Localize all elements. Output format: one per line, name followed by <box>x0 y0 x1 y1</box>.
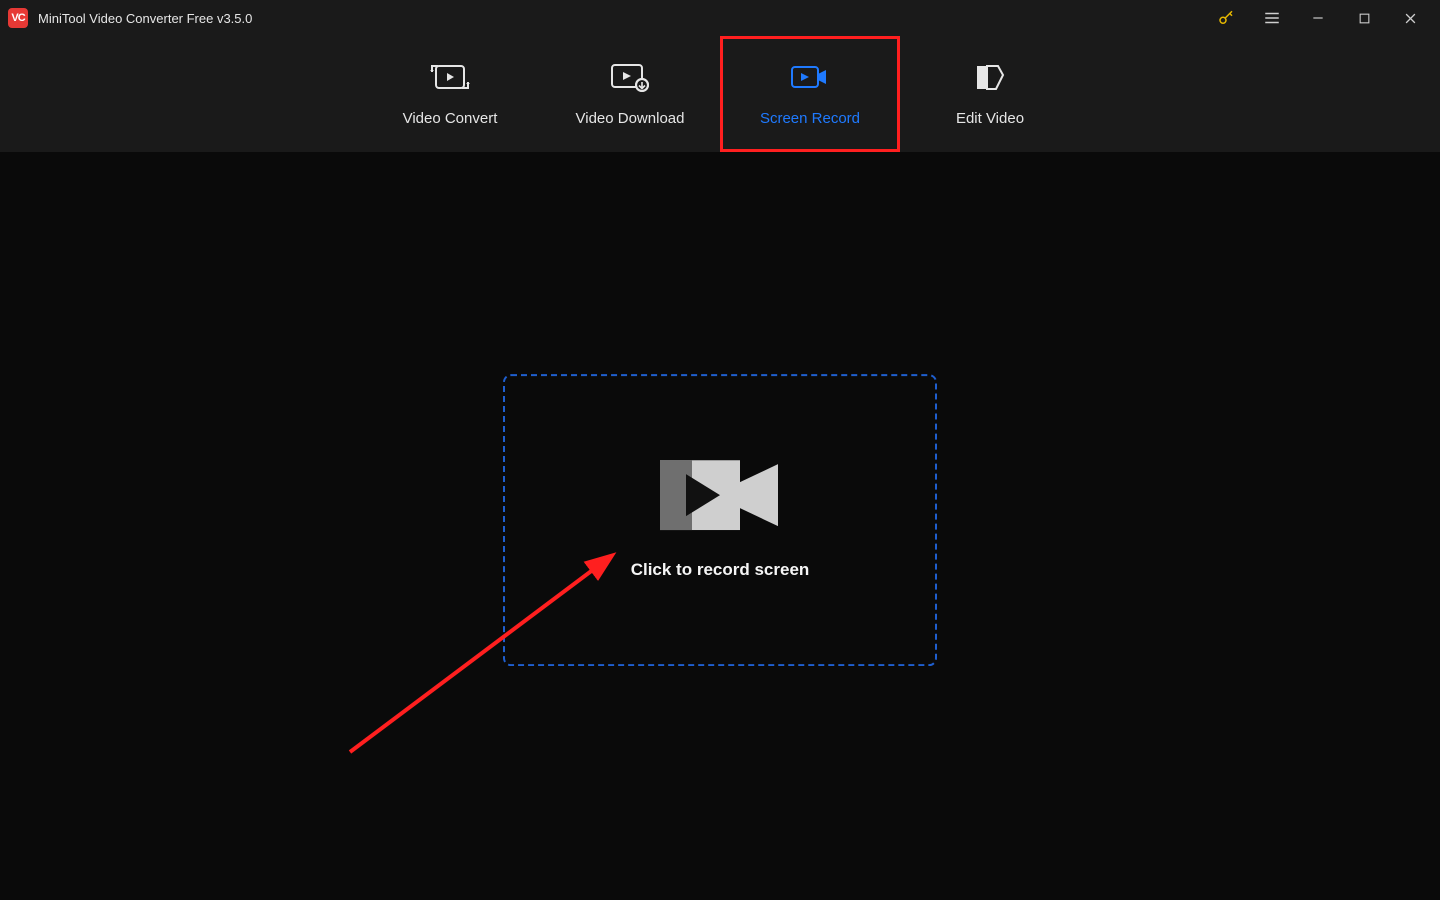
video-convert-icon <box>430 62 470 92</box>
key-icon[interactable] <box>1212 4 1240 32</box>
app-logo: VC <box>8 8 28 28</box>
maximize-button[interactable] <box>1350 4 1378 32</box>
close-button[interactable] <box>1396 4 1424 32</box>
tab-label: Video Download <box>576 110 685 127</box>
edit-video-icon <box>973 62 1007 92</box>
video-download-icon <box>609 62 651 92</box>
tab-bar: Video Convert Video Download Screen Reco… <box>0 36 1440 152</box>
content-area: Click to record screen <box>0 152 1440 900</box>
tab-video-download[interactable]: Video Download <box>540 36 720 152</box>
titlebar: VC MiniTool Video Converter Free v3.5.0 <box>0 0 1440 36</box>
tab-label: Screen Record <box>760 110 860 127</box>
tab-edit-video[interactable]: Edit Video <box>900 36 1080 152</box>
record-prompt-label: Click to record screen <box>631 560 810 580</box>
camcorder-icon <box>660 460 780 530</box>
record-screen-button[interactable]: Click to record screen <box>503 374 937 666</box>
minimize-button[interactable] <box>1304 4 1332 32</box>
tab-video-convert[interactable]: Video Convert <box>360 36 540 152</box>
hamburger-menu-icon[interactable] <box>1258 4 1286 32</box>
app-title: MiniTool Video Converter Free v3.5.0 <box>38 11 252 26</box>
tab-label: Edit Video <box>956 110 1024 127</box>
tab-screen-record[interactable]: Screen Record <box>720 36 900 152</box>
tab-label: Video Convert <box>403 110 498 127</box>
screen-record-icon <box>790 62 830 92</box>
